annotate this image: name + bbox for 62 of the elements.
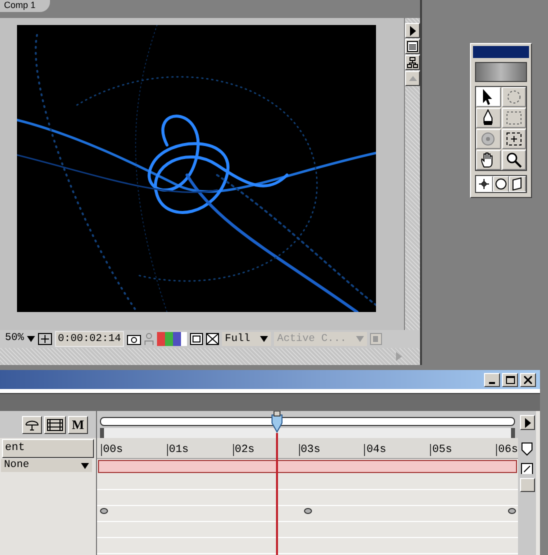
time-label: 00s (101, 444, 123, 456)
minimize-icon (489, 382, 495, 384)
dropdown-arrow-icon (356, 336, 364, 342)
time-label: 04s (364, 444, 386, 456)
triangle-up-icon (408, 76, 416, 81)
rectangle-mask-tool-button[interactable] (502, 108, 526, 128)
palette-title-bar (473, 46, 529, 58)
world-axis-tool-button[interactable] (492, 176, 510, 192)
hand-tool-button[interactable] (476, 150, 500, 170)
menu-arrow-button[interactable] (405, 23, 420, 38)
time-label: 02s (232, 444, 255, 456)
triangle-right-icon (524, 418, 530, 428)
orbit-camera-tool-button[interactable] (476, 129, 500, 149)
shy-layers-button[interactable] (22, 416, 42, 434)
transparency-grid-icon[interactable] (206, 333, 219, 345)
current-time-indicator[interactable] (270, 411, 284, 555)
layer-duration-bar[interactable] (98, 460, 517, 473)
minimize-button[interactable] (484, 372, 500, 386)
time-navigator[interactable] (100, 417, 515, 426)
pan-behind-tool-button[interactable] (502, 129, 526, 149)
image-placeholder (475, 62, 527, 82)
keyframe-icon[interactable] (508, 508, 516, 514)
close-icon (524, 376, 532, 384)
column-header[interactable]: ent (2, 439, 94, 458)
local-axis-tool-button[interactable] (476, 176, 493, 192)
flowchart-icon[interactable] (405, 55, 420, 70)
rotation-tool-button[interactable] (502, 87, 526, 107)
selection-arrow-tool-button[interactable] (476, 87, 500, 107)
frame-blending-button[interactable] (44, 416, 66, 434)
zoom-icon (504, 151, 523, 169)
timeline-icon[interactable] (405, 39, 420, 54)
keyframe-icon[interactable] (100, 508, 108, 514)
time-label: 05s (430, 444, 452, 456)
current-time[interactable]: 0:00:02:14 (54, 331, 124, 347)
film-frame-icon (47, 418, 63, 430)
dropdown-arrow-icon[interactable] (26, 336, 35, 342)
view-axis-tool-button[interactable] (509, 176, 526, 192)
motion-blur-button[interactable]: M (68, 416, 88, 434)
resolution-menu[interactable]: Full (222, 332, 272, 346)
composition-tab[interactable]: Comp 1 (0, 0, 50, 12)
parent-dropdown[interactable]: None (1, 459, 92, 472)
pan-behind-icon (504, 130, 523, 148)
scroll-up-button[interactable] (405, 71, 420, 86)
scroll-up-button[interactable] (520, 478, 534, 492)
work-area-bar[interactable] (100, 428, 515, 438)
close-button[interactable] (520, 372, 536, 386)
rectangle-mask-icon (504, 109, 523, 127)
triangle-right-icon (409, 26, 416, 36)
camera-icon[interactable] (126, 333, 141, 345)
rotation-icon (504, 88, 523, 106)
time-label: 03s (298, 444, 320, 456)
dropdown-arrow-icon (260, 336, 268, 342)
color-channels-icon[interactable] (156, 332, 187, 346)
zoom-tool-button[interactable] (502, 150, 526, 170)
keyframe-icon[interactable] (304, 508, 312, 514)
magnification-menu[interactable]: 50% (5, 331, 24, 347)
maximize-button[interactable] (502, 372, 518, 386)
dropdown-arrow-icon (81, 462, 89, 468)
pen-tool-button[interactable] (476, 108, 500, 128)
maximize-icon (506, 376, 514, 384)
time-label: 01s (166, 444, 189, 456)
menu-arrow-button[interactable] (520, 415, 534, 430)
